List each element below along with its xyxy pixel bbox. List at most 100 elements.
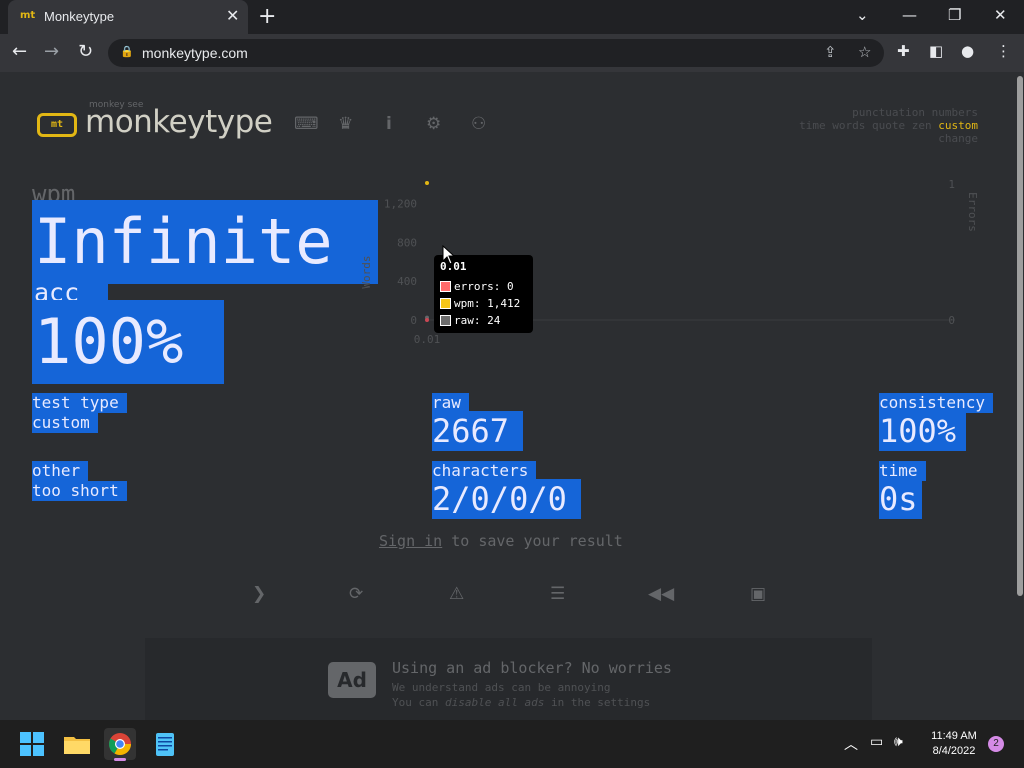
leaderboard-crown-icon[interactable]: ♛ bbox=[338, 114, 353, 134]
chrome-taskbar-button[interactable] bbox=[104, 728, 136, 761]
tooltip-row-errors: errors: 0 bbox=[440, 278, 527, 295]
ad-line-2-suffix: in the settings bbox=[544, 696, 651, 709]
config-change[interactable]: change bbox=[799, 132, 978, 145]
volume-icon[interactable]: 🕪 bbox=[894, 734, 903, 750]
address-bar[interactable]: 🔒 monkeytype.com ⇪ ☆ bbox=[108, 39, 884, 67]
consistency-value: 100% bbox=[879, 411, 967, 451]
chrome-icon bbox=[109, 733, 131, 755]
notification-badge[interactable]: 2 bbox=[988, 736, 1004, 752]
raw-value: 2667 bbox=[432, 411, 524, 451]
replay-rewind-icon[interactable]: ◀◀ bbox=[648, 584, 674, 604]
signin-link[interactable]: Sign in bbox=[379, 532, 442, 550]
clock-date: 8/4/2022 bbox=[932, 745, 976, 757]
config-line-2: time words quote zen custom bbox=[799, 119, 978, 132]
ad-line-1: We understand ads can be annoying bbox=[392, 681, 611, 694]
mouse-cursor-icon bbox=[442, 245, 456, 265]
y2-tick-label: 0 bbox=[948, 314, 955, 327]
close-window-button[interactable]: ✕ bbox=[994, 6, 1007, 24]
monkeytype-favicon-icon: mt bbox=[20, 10, 36, 21]
data-point-errors bbox=[425, 318, 429, 322]
tooltip-swatch-raw bbox=[440, 315, 451, 326]
chart-tooltip: 0.01 errors: 0 wpm: 1,412 raw: 24 bbox=[434, 255, 533, 333]
tab-close-icon[interactable]: ✕ bbox=[226, 6, 239, 25]
url-text[interactable]: monkeytype.com bbox=[142, 45, 248, 61]
words-history-icon[interactable]: ☰ bbox=[550, 584, 565, 604]
test-type-value: custom bbox=[32, 413, 98, 433]
ad-heading: Using an ad blocker? No worries bbox=[392, 659, 672, 677]
screenshot-image-icon[interactable]: ▣ bbox=[750, 584, 766, 604]
tab-title: Monkeytype bbox=[44, 9, 115, 24]
restore-button[interactable]: ❐ bbox=[948, 6, 961, 24]
back-button[interactable]: ← bbox=[12, 41, 27, 62]
characters-label: characters bbox=[432, 461, 537, 481]
tooltip-swatch-wpm bbox=[440, 298, 451, 309]
signin-prompt: Sign in to save your result bbox=[379, 532, 623, 550]
tooltip-raw: raw: 24 bbox=[454, 314, 501, 327]
y-tick-label: 800 bbox=[397, 236, 417, 249]
bookmark-star-icon[interactable]: ☆ bbox=[858, 43, 871, 61]
y2-tick-label: 1 bbox=[948, 178, 955, 191]
report-warning-icon[interactable]: ⚠ bbox=[449, 584, 464, 604]
windows-taskbar: ︿ ▭ 🕪 11:49 AM 8/4/2022 2 bbox=[0, 720, 1024, 768]
logo-text[interactable]: monkeytype bbox=[85, 104, 273, 140]
y-tick-label: 400 bbox=[397, 275, 417, 288]
keyboard-icon[interactable]: ⌨ bbox=[294, 114, 319, 134]
browser-tab[interactable]: mt Monkeytype ✕ bbox=[8, 0, 248, 34]
scrollbar-thumb[interactable] bbox=[1017, 76, 1023, 596]
restart-test-icon[interactable]: ⟳ bbox=[349, 584, 363, 604]
next-test-icon[interactable]: ❯ bbox=[252, 584, 266, 604]
ad-badge: Ad bbox=[328, 662, 376, 698]
other-value: too short bbox=[32, 481, 127, 501]
config-mode-custom[interactable]: custom bbox=[938, 119, 978, 132]
tooltip-row-raw: raw: 24 bbox=[440, 312, 527, 329]
forward-button[interactable]: → bbox=[44, 41, 59, 62]
minimize-button[interactable]: — bbox=[902, 6, 917, 24]
ad-line-2: You can disable all ads in the settings bbox=[392, 696, 650, 709]
side-panel-icon[interactable]: ◧ bbox=[929, 42, 943, 60]
notepad-icon[interactable] bbox=[149, 728, 181, 760]
browser-titlebar: mt Monkeytype ✕ + ⌄ — ❐ ✕ bbox=[0, 0, 1024, 34]
tooltip-errors: errors: 0 bbox=[454, 280, 514, 293]
active-app-indicator bbox=[114, 758, 126, 761]
new-tab-button[interactable]: + bbox=[258, 4, 276, 29]
tooltip-wpm: wpm: 1,412 bbox=[454, 297, 521, 310]
network-icon[interactable]: ▭ bbox=[870, 734, 883, 750]
profile-icon[interactable]: ● bbox=[961, 42, 974, 60]
data-point-wpm bbox=[425, 181, 429, 185]
time-value: 0s bbox=[879, 479, 922, 519]
y-axis-label: Words bbox=[360, 255, 373, 288]
wpm-value: Infinite bbox=[32, 200, 378, 284]
page-scrollbar[interactable] bbox=[1016, 72, 1024, 720]
reload-button[interactable]: ↻ bbox=[78, 41, 93, 62]
y-tick-label: 0 bbox=[410, 314, 417, 327]
extensions-icon[interactable]: ✚ bbox=[897, 42, 910, 60]
characters-value: 2/0/0/0 bbox=[432, 479, 581, 519]
config-line-1[interactable]: punctuation numbers bbox=[799, 106, 978, 119]
settings-gear-icon[interactable]: ⚙ bbox=[426, 114, 441, 134]
show-hidden-icons-chevron-icon[interactable]: ︿ bbox=[844, 734, 858, 754]
windows-start-icon[interactable] bbox=[16, 728, 48, 760]
x-tick-label: 0.01 bbox=[414, 333, 441, 346]
monkeytype-logo-icon[interactable]: mt bbox=[37, 113, 77, 137]
time-label: time bbox=[879, 461, 926, 481]
disable-ads-text[interactable]: disable all ads bbox=[445, 696, 544, 709]
system-clock[interactable]: 11:49 AM 8/4/2022 bbox=[924, 729, 984, 759]
tooltip-row-wpm: wpm: 1,412 bbox=[440, 295, 527, 312]
config-modes[interactable]: time words quote zen bbox=[799, 119, 931, 132]
consistency-label: consistency bbox=[879, 393, 993, 413]
share-icon[interactable]: ⇪ bbox=[824, 43, 837, 61]
ad-notice: Ad Using an ad blocker? No worries We un… bbox=[145, 638, 872, 720]
test-config: punctuation numbers time words quote zen… bbox=[799, 106, 978, 145]
other-label: other bbox=[32, 461, 89, 481]
account-user-icon[interactable]: ⚇ bbox=[471, 114, 486, 134]
y2-axis-label: Errors bbox=[966, 192, 979, 232]
browser-menu-icon[interactable]: ⋮ bbox=[996, 42, 1011, 60]
monkeytype-page: mt monkey see monkeytype ⌨ ♛ i ⚙ ⚇ punct… bbox=[0, 72, 1016, 720]
file-explorer-icon[interactable] bbox=[61, 728, 93, 760]
lock-icon[interactable]: 🔒 bbox=[120, 45, 134, 58]
signin-text: to save your result bbox=[442, 532, 623, 550]
acc-value: 100% bbox=[32, 300, 224, 384]
about-info-icon[interactable]: i bbox=[386, 114, 392, 134]
tab-search-chevron-icon[interactable]: ⌄ bbox=[856, 6, 869, 24]
clock-time: 11:49 AM bbox=[931, 730, 977, 742]
